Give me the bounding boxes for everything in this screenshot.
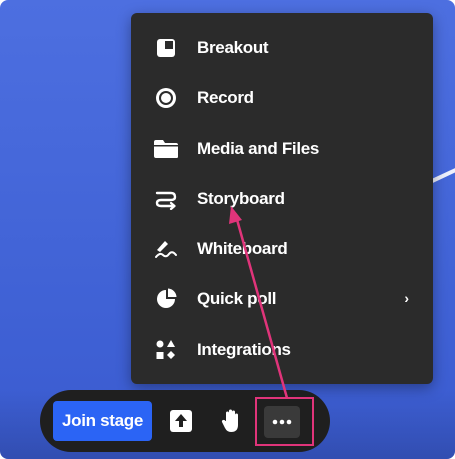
annotation-arrow xyxy=(229,206,289,399)
